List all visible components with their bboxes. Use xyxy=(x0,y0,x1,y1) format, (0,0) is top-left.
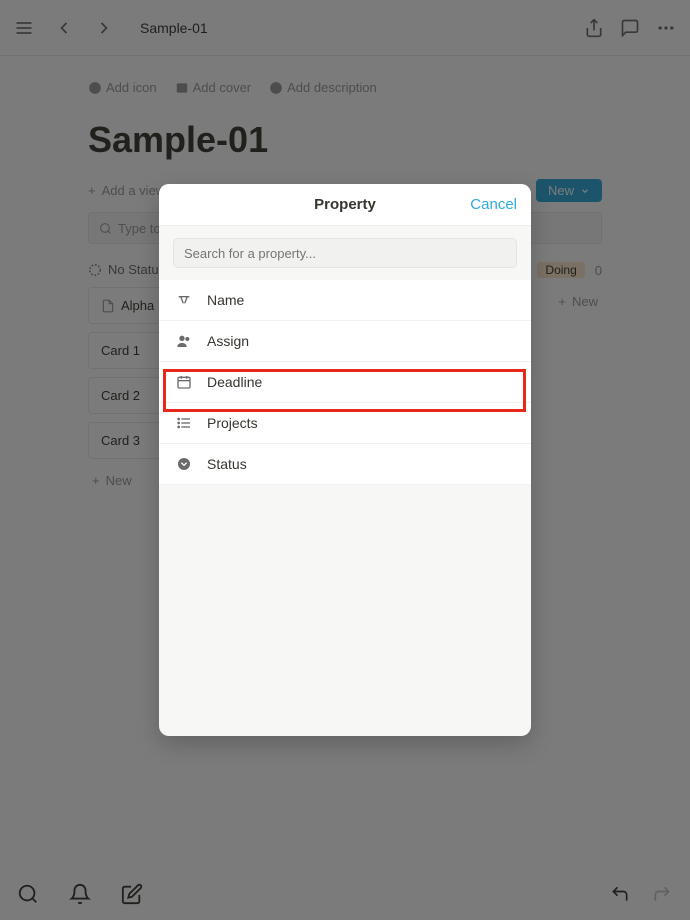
property-modal: Property Cancel Name Assign Deadline Pro… xyxy=(159,184,531,736)
text-icon xyxy=(175,292,193,308)
cancel-button[interactable]: Cancel xyxy=(470,196,517,213)
status-icon xyxy=(175,456,193,472)
property-item-projects[interactable]: Projects xyxy=(159,403,531,444)
property-item-status[interactable]: Status xyxy=(159,444,531,485)
property-search-input[interactable] xyxy=(173,238,517,268)
list-icon xyxy=(175,415,193,431)
calendar-icon xyxy=(175,374,193,390)
property-item-deadline[interactable]: Deadline xyxy=(159,362,531,403)
property-item-name[interactable]: Name xyxy=(159,280,531,321)
property-item-assign[interactable]: Assign xyxy=(159,321,531,362)
people-icon xyxy=(175,333,193,349)
